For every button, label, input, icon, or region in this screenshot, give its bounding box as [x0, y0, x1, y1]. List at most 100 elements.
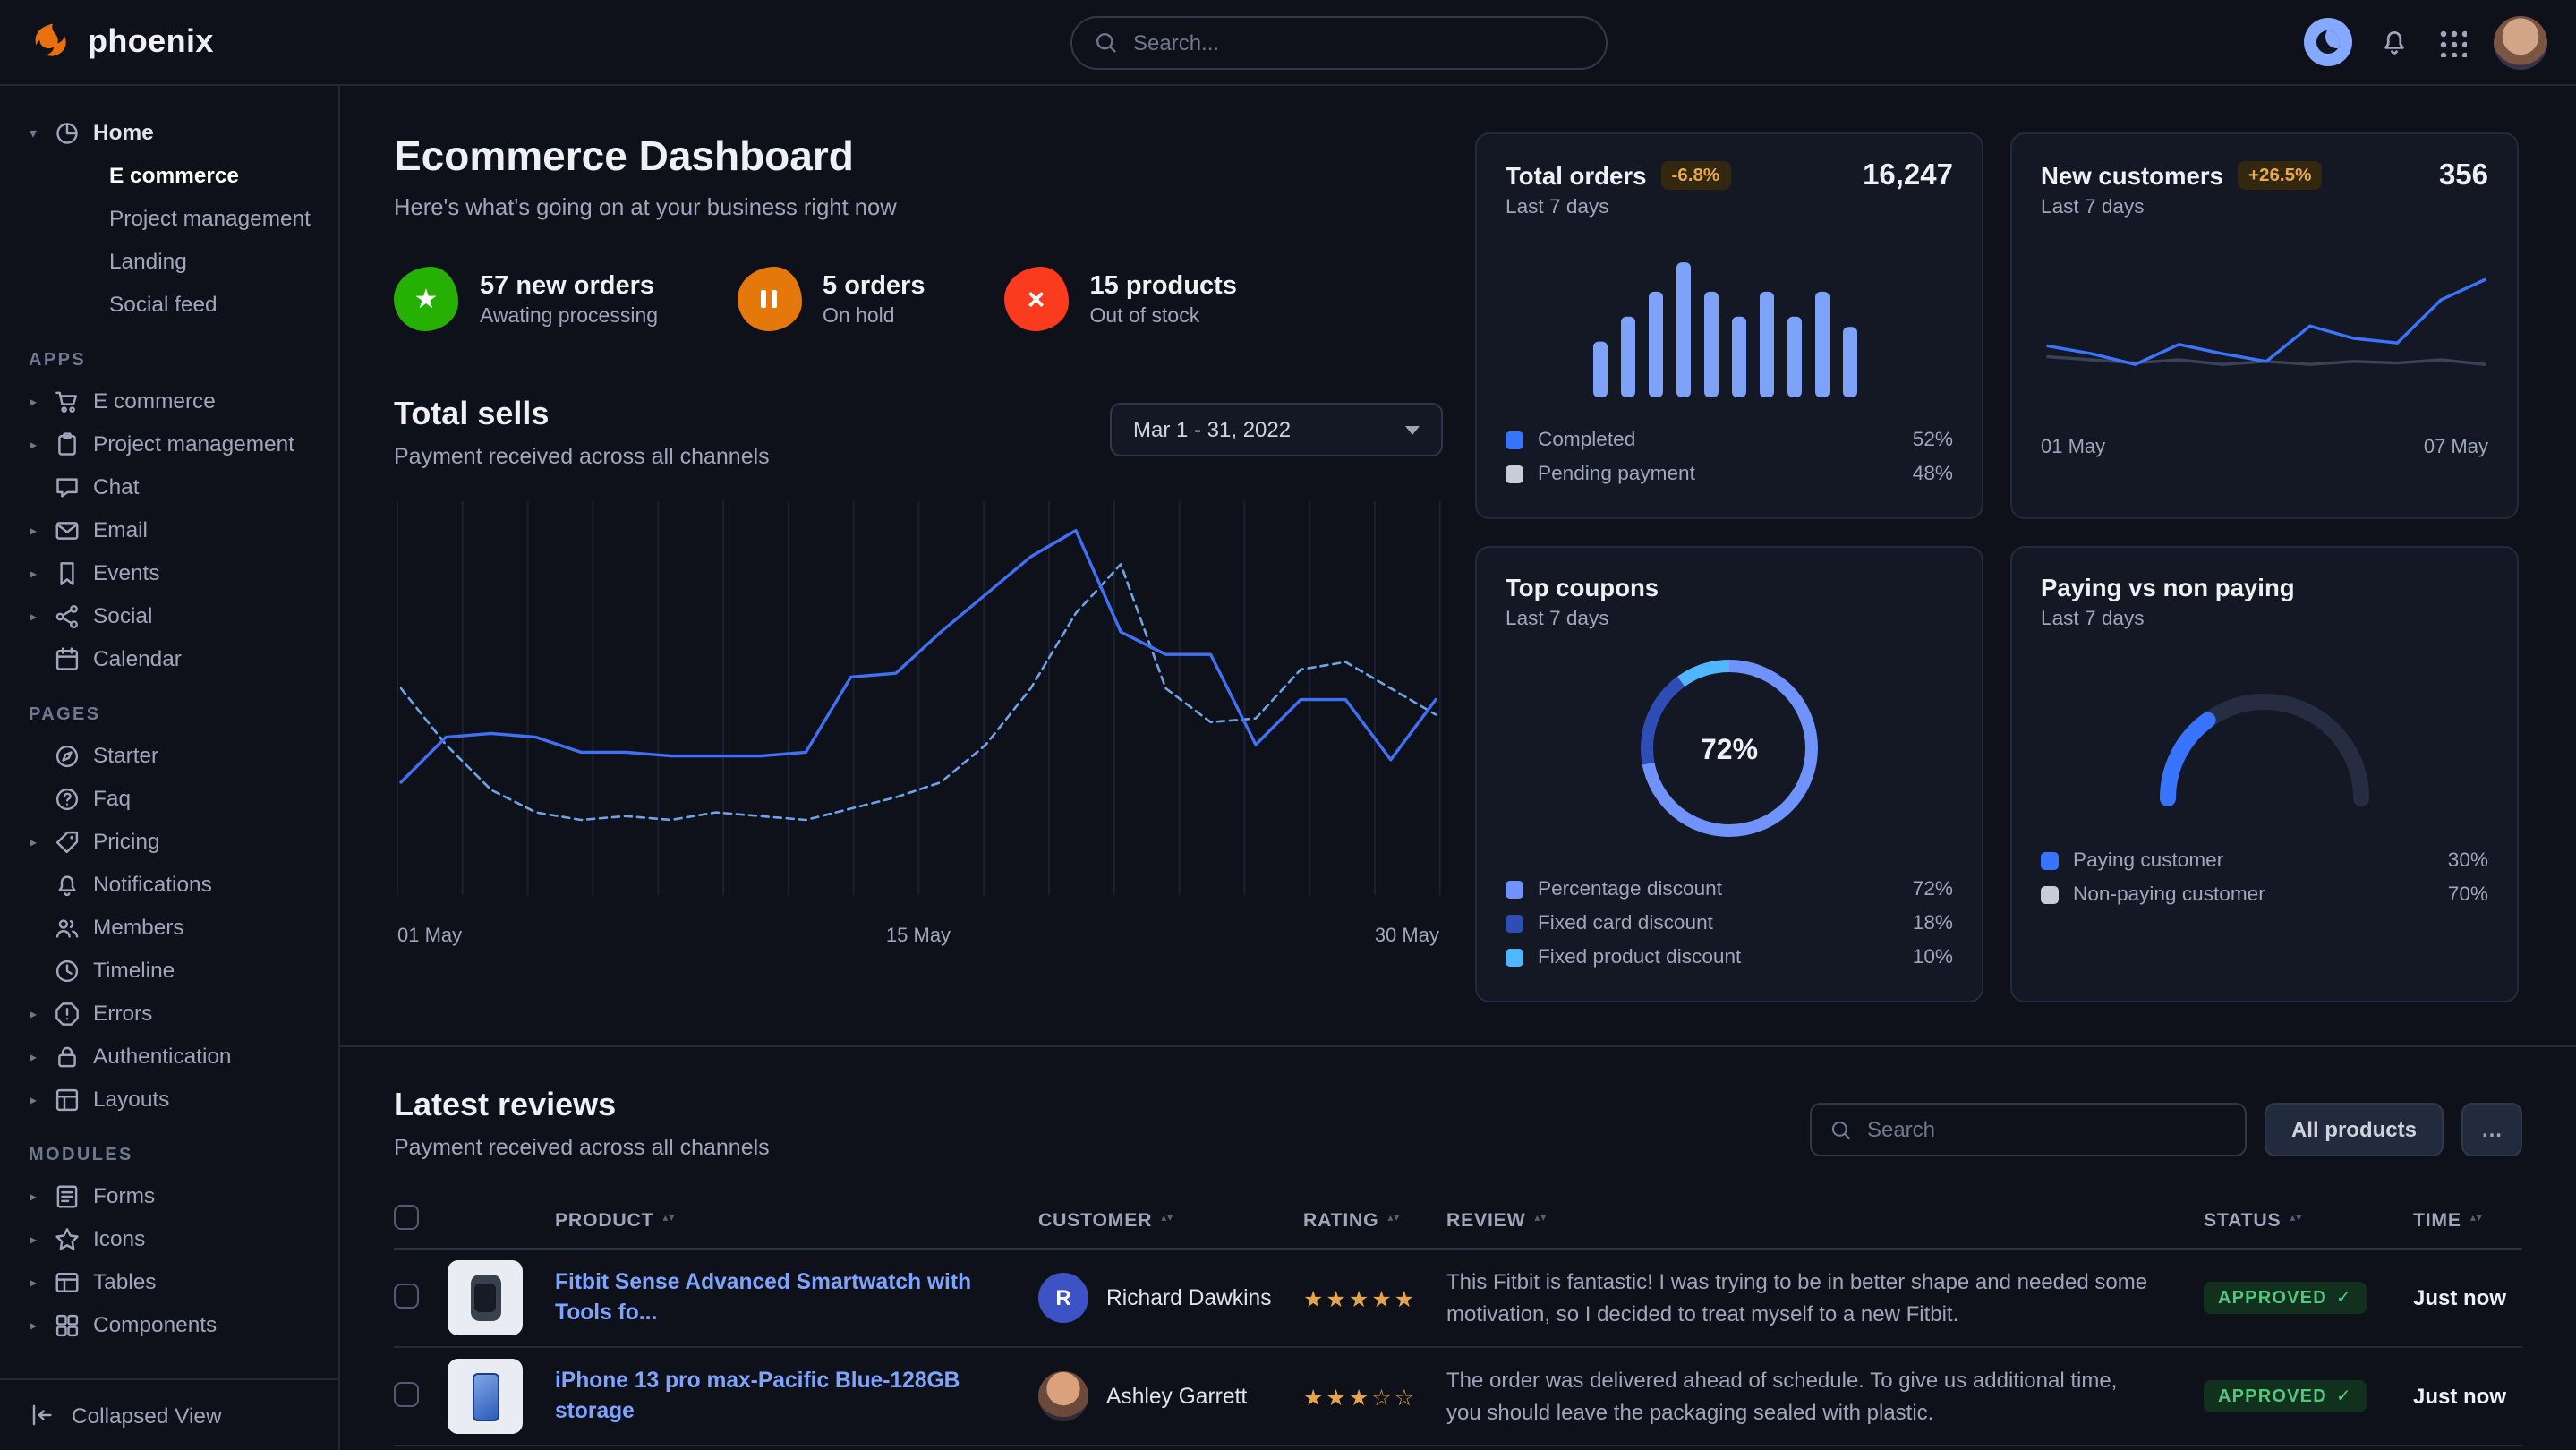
sidebar-item-members[interactable]: Members — [0, 906, 338, 949]
section-label-pages: PAGES — [29, 705, 338, 725]
calendar-icon — [54, 645, 81, 672]
sidebar-item-label: Home — [93, 120, 154, 145]
legend-item: Paying customer 30% — [2041, 843, 2488, 877]
product-image[interactable] — [448, 1260, 523, 1335]
column-header-product[interactable]: PRODUCT▴▾ — [555, 1209, 1038, 1231]
sidebar-item-landing[interactable]: Landing — [0, 240, 338, 283]
bookmark-icon — [54, 559, 81, 586]
legend-item: Fixed card discount 18% — [1506, 906, 1953, 940]
apps-menu-button[interactable] — [2436, 27, 2467, 57]
brand-logo[interactable]: phoenix — [29, 20, 214, 64]
rating-stars: ★★★★★ — [1303, 1284, 1446, 1311]
sort-icon[interactable]: ▴▾ — [2290, 1215, 2302, 1224]
sidebar-item-components[interactable]: ▸ Components — [0, 1303, 338, 1346]
phoenix-dashboard: phoenix ▾ Hom — [0, 0, 2576, 1450]
sidebar-item-faq[interactable]: Faq — [0, 777, 338, 820]
reviews-search-input[interactable] — [1867, 1117, 2227, 1142]
paying-vs-nonpaying-card: Paying vs non paying Last 7 days Paying … — [2010, 546, 2519, 1002]
clock-icon — [54, 957, 81, 984]
cart-icon — [54, 388, 81, 414]
search-input[interactable] — [1133, 30, 1584, 55]
date-range-select[interactable]: Mar 1 - 31, 2022 — [1110, 403, 1443, 456]
legend-item: Pending payment 48% — [1506, 456, 1953, 490]
caret-right-icon: ▸ — [25, 1231, 41, 1247]
sidebar-item-email[interactable]: ▸ Email — [0, 508, 338, 551]
column-header-customer[interactable]: CUSTOMER▴▾ — [1038, 1209, 1303, 1231]
caret-right-icon: ▸ — [25, 522, 41, 538]
sidebar-item-project-management-dashboard[interactable]: Project management — [0, 197, 338, 240]
caret-right-icon: ▸ — [25, 565, 41, 581]
sidebar-item-social[interactable]: ▸ Social — [0, 594, 338, 637]
legend-item: Completed 52% — [1506, 422, 1953, 456]
search-icon — [1094, 30, 1119, 55]
bell-icon — [54, 871, 81, 898]
sort-icon[interactable]: ▴▾ — [662, 1215, 675, 1224]
column-header-review[interactable]: REVIEW▴▾ — [1446, 1209, 2204, 1231]
sidebar-item-starter[interactable]: Starter — [0, 734, 338, 777]
nine-dots-icon — [2436, 27, 2467, 57]
sidebar-item-calendar[interactable]: Calendar — [0, 637, 338, 680]
sort-icon[interactable]: ▴▾ — [2470, 1215, 2483, 1224]
star-icon — [54, 1225, 81, 1252]
product-link[interactable]: Fitbit Sense Advanced Smartwatch with To… — [555, 1268, 1038, 1327]
more-options-button[interactable]: … — [2461, 1103, 2522, 1156]
sidebar-item-events[interactable]: ▸ Events — [0, 551, 338, 594]
theme-toggle-button[interactable] — [2304, 18, 2352, 66]
table-row — [394, 1446, 2522, 1450]
compass-icon — [54, 742, 81, 769]
sidebar-item-icons[interactable]: ▸ Icons — [0, 1217, 338, 1260]
customer-cell: R Richard Dawkins — [1038, 1273, 1303, 1323]
sidebar-item-authentication[interactable]: ▸ Authentication — [0, 1035, 338, 1078]
product-image[interactable] — [448, 1359, 523, 1434]
sidebar-item-ecommerce-app[interactable]: ▸ E commerce — [0, 380, 338, 422]
column-header-time[interactable]: TIME▴▾ — [2413, 1209, 2522, 1231]
caret-down-icon: ▾ — [25, 124, 41, 141]
notifications-button[interactable] — [2379, 27, 2410, 57]
all-products-button[interactable]: All products — [2265, 1103, 2444, 1156]
sidebar-item-social-feed[interactable]: Social feed — [0, 283, 338, 326]
legend-color — [1506, 880, 1523, 898]
total-orders-value: 16,247 — [1863, 159, 1953, 193]
sidebar-item-layouts[interactable]: ▸ Layouts — [0, 1078, 338, 1121]
quick-stats: ★ 57 new orders Awating processing 5 ord… — [394, 267, 1443, 331]
select-all-checkbox[interactable] — [394, 1205, 419, 1230]
sidebar-item-notifications[interactable]: Notifications — [0, 863, 338, 906]
sort-icon[interactable]: ▴▾ — [1534, 1215, 1547, 1224]
table-icon — [54, 1268, 81, 1295]
user-avatar[interactable] — [2494, 15, 2547, 69]
row-checkbox[interactable] — [394, 1381, 419, 1406]
sidebar-item-forms[interactable]: ▸ Forms — [0, 1174, 338, 1217]
stat-new-orders: ★ 57 new orders Awating processing — [394, 267, 658, 331]
global-search[interactable] — [1070, 15, 1608, 69]
phoenix-logo-icon — [29, 20, 73, 64]
product-link[interactable]: iPhone 13 pro max-Pacific Blue-128GB sto… — [555, 1367, 1038, 1426]
review-text: This Fitbit is fantastic! I was trying t… — [1446, 1266, 2204, 1330]
users-icon — [54, 914, 81, 941]
table-row: iPhone 13 pro max-Pacific Blue-128GB sto… — [394, 1348, 2522, 1446]
sort-icon[interactable]: ▴▾ — [1387, 1215, 1400, 1224]
column-header-rating[interactable]: RATING▴▾ — [1303, 1209, 1446, 1231]
collapse-sidebar-button[interactable]: Collapsed View — [0, 1378, 340, 1450]
sidebar-item-timeline[interactable]: Timeline — [0, 949, 338, 992]
sidebar-item-errors[interactable]: ▸ Errors — [0, 992, 338, 1035]
form-icon — [54, 1182, 81, 1209]
row-checkbox[interactable] — [394, 1283, 419, 1308]
caret-right-icon: ▸ — [25, 436, 41, 452]
sort-icon[interactable]: ▴▾ — [1161, 1215, 1173, 1224]
caret-right-icon: ▸ — [25, 833, 41, 849]
reviews-table: PRODUCT▴▾ CUSTOMER▴▾ RATING▴▾ REVIEW▴▾ S… — [394, 1192, 2522, 1450]
paying-gauge-chart — [2139, 662, 2390, 818]
sidebar-item-home[interactable]: ▾ Home — [0, 111, 338, 154]
sidebar-item-chat[interactable]: Chat — [0, 465, 338, 508]
sidebar-item-pricing[interactable]: ▸ Pricing — [0, 820, 338, 863]
sidebar-item-project-management-app[interactable]: ▸ Project management — [0, 422, 338, 465]
top-coupons-donut-chart: 72% — [1629, 648, 1830, 854]
clipboard-icon — [54, 431, 81, 457]
column-header-status[interactable]: STATUS▴▾ — [2204, 1209, 2413, 1231]
sidebar-item-tables[interactable]: ▸ Tables — [0, 1260, 338, 1303]
sidebar-item-ecommerce-dashboard[interactable]: E commerce — [0, 154, 338, 197]
question-circle-icon — [54, 785, 81, 812]
card-title: Paying vs non paying — [2041, 575, 2295, 601]
share-icon — [54, 602, 81, 629]
reviews-search[interactable] — [1810, 1103, 2247, 1156]
